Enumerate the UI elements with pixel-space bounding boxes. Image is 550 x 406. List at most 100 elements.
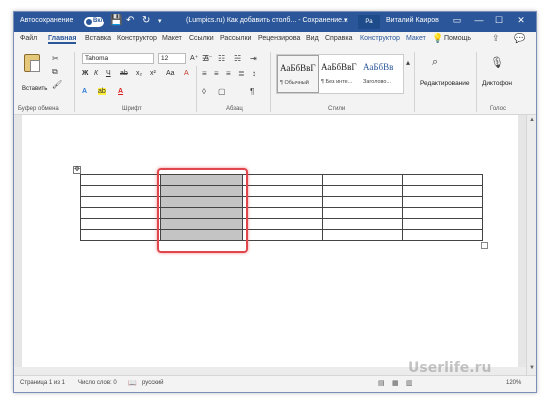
- shading-icon[interactable]: ◊: [202, 87, 206, 96]
- tab-layout[interactable]: Макет: [162, 35, 182, 42]
- table-cell[interactable]: [322, 174, 403, 186]
- print-layout-icon[interactable]: ▦: [392, 379, 399, 387]
- table-cell[interactable]: [322, 196, 403, 208]
- ribbon-display-options-icon[interactable]: ▭: [450, 15, 464, 26]
- table-cell[interactable]: [242, 207, 323, 219]
- strikethrough-icon[interactable]: ab: [120, 70, 128, 77]
- numbering-icon[interactable]: ☷: [218, 54, 225, 63]
- style-normal[interactable]: АаБбВвГ ¶ Обычный: [277, 55, 319, 93]
- show-marks-icon[interactable]: ¶: [250, 87, 254, 96]
- paste-icon[interactable]: [24, 54, 40, 72]
- web-layout-icon[interactable]: ▥: [406, 379, 413, 387]
- table-cell[interactable]: [242, 229, 323, 241]
- table-cell[interactable]: [402, 174, 483, 186]
- title-caret-icon[interactable]: ▾: [344, 16, 348, 24]
- table-cell[interactable]: [242, 196, 323, 208]
- minimize-icon[interactable]: —: [472, 15, 486, 25]
- read-mode-icon[interactable]: ▤: [378, 379, 385, 387]
- autosave-toggle[interactable]: Вкл: [84, 17, 104, 27]
- underline-icon[interactable]: Ч: [106, 70, 111, 77]
- change-case-icon[interactable]: Aa: [166, 70, 175, 77]
- highlight-icon[interactable]: ab: [98, 88, 106, 95]
- align-left-icon[interactable]: ≡: [202, 69, 207, 78]
- table-cell[interactable]: [402, 218, 483, 230]
- borders-icon[interactable]: ▢: [218, 87, 226, 96]
- scroll-down-icon[interactable]: ▼: [529, 365, 535, 371]
- copy-icon[interactable]: ⧉: [52, 67, 58, 77]
- text-effects-icon[interactable]: A: [82, 88, 87, 95]
- subscript-icon[interactable]: x₂: [136, 70, 142, 77]
- line-spacing-icon[interactable]: ↕: [252, 69, 256, 78]
- bullets-icon[interactable]: ☰: [202, 54, 209, 63]
- style-no-spacing[interactable]: АаБбВвГ ¶ Без инте...: [319, 55, 361, 93]
- tab-review[interactable]: Рецензирова: [258, 35, 300, 42]
- table-cell[interactable]: [322, 229, 403, 241]
- tab-view[interactable]: Вид: [306, 35, 319, 42]
- search-icon[interactable]: ⌕: [432, 56, 438, 69]
- table-cell[interactable]: [242, 218, 323, 230]
- style-heading[interactable]: АаБбВв Заголово...: [361, 55, 403, 93]
- tab-insert[interactable]: Вставка: [85, 35, 111, 42]
- dictate-button-label[interactable]: Диктофон: [482, 80, 512, 87]
- table-cell[interactable]: [242, 174, 323, 186]
- zoom-level[interactable]: 120%: [506, 380, 521, 386]
- styles-scroll-icon[interactable]: ▴: [406, 58, 410, 67]
- bold-icon[interactable]: Ж: [82, 70, 88, 77]
- search-mini-button[interactable]: Ра: [358, 15, 380, 29]
- paste-button-label[interactable]: Вставить: [22, 86, 47, 92]
- clear-formatting-icon[interactable]: A: [184, 70, 189, 77]
- save-icon[interactable]: 💾: [110, 15, 122, 26]
- tab-design[interactable]: Конструктор: [117, 35, 157, 42]
- document-page[interactable]: ✥: [22, 115, 518, 367]
- table-cell[interactable]: [402, 207, 483, 219]
- table-cell[interactable]: [80, 218, 161, 230]
- lightbulb-icon[interactable]: 💡: [432, 33, 443, 44]
- table-cell[interactable]: [80, 196, 161, 208]
- indent-icon[interactable]: ⇥: [250, 54, 257, 63]
- table-cell[interactable]: [80, 207, 161, 219]
- justify-icon[interactable]: ≣: [238, 69, 245, 78]
- table-move-handle-icon[interactable]: ✥: [73, 166, 81, 174]
- superscript-icon[interactable]: x²: [150, 70, 156, 77]
- table-cell[interactable]: [80, 174, 161, 186]
- font-name-field[interactable]: Tahoma: [82, 53, 154, 64]
- language[interactable]: русский: [142, 380, 164, 386]
- font-size-field[interactable]: 12: [158, 53, 186, 64]
- word-count[interactable]: Число слов: 0: [78, 380, 117, 386]
- multilevel-list-icon[interactable]: ☵: [234, 54, 241, 63]
- italic-icon[interactable]: К: [94, 70, 98, 77]
- scroll-up-icon[interactable]: ▲: [529, 117, 535, 123]
- cut-icon[interactable]: ✂: [52, 54, 59, 63]
- align-center-icon[interactable]: ≡: [214, 69, 219, 78]
- comments-icon[interactable]: 💬: [514, 33, 525, 44]
- vertical-scrollbar[interactable]: ▲ ▼: [526, 115, 536, 375]
- quick-access-more-icon[interactable]: ▾: [158, 17, 162, 25]
- tab-table-design[interactable]: Конструктор: [360, 35, 400, 42]
- proofing-icon[interactable]: 📖: [128, 379, 137, 387]
- microphone-icon[interactable]: 🎙: [490, 56, 504, 69]
- table-resize-handle[interactable]: [481, 242, 488, 249]
- table-cell[interactable]: [242, 185, 323, 197]
- font-color-icon[interactable]: A: [118, 88, 123, 95]
- tab-help[interactable]: Справка: [325, 35, 352, 42]
- table-cell[interactable]: [402, 185, 483, 197]
- close-icon[interactable]: ✕: [514, 15, 528, 26]
- share-icon[interactable]: ⇪: [492, 33, 500, 44]
- editing-button-label[interactable]: Редактирование: [420, 80, 470, 87]
- format-painter-icon[interactable]: 🖌: [52, 80, 62, 89]
- grow-font-icon[interactable]: A⁺: [190, 54, 198, 62]
- redo-icon[interactable]: ↻: [142, 15, 150, 26]
- table-cell[interactable]: [322, 207, 403, 219]
- undo-icon[interactable]: ↶: [126, 15, 134, 26]
- tab-mailings[interactable]: Рассылки: [220, 35, 251, 42]
- table-cell[interactable]: [322, 185, 403, 197]
- table-cell[interactable]: [80, 229, 161, 241]
- tab-tell-me[interactable]: Помощь: [444, 35, 471, 42]
- table-cell[interactable]: [80, 185, 161, 197]
- table-cell[interactable]: [402, 196, 483, 208]
- tab-references[interactable]: Ссылки: [189, 35, 214, 42]
- table-cell[interactable]: [322, 218, 403, 230]
- table-cell[interactable]: [402, 229, 483, 241]
- user-name[interactable]: Виталий Каиров: [386, 17, 439, 24]
- tab-file[interactable]: Файл: [20, 35, 37, 42]
